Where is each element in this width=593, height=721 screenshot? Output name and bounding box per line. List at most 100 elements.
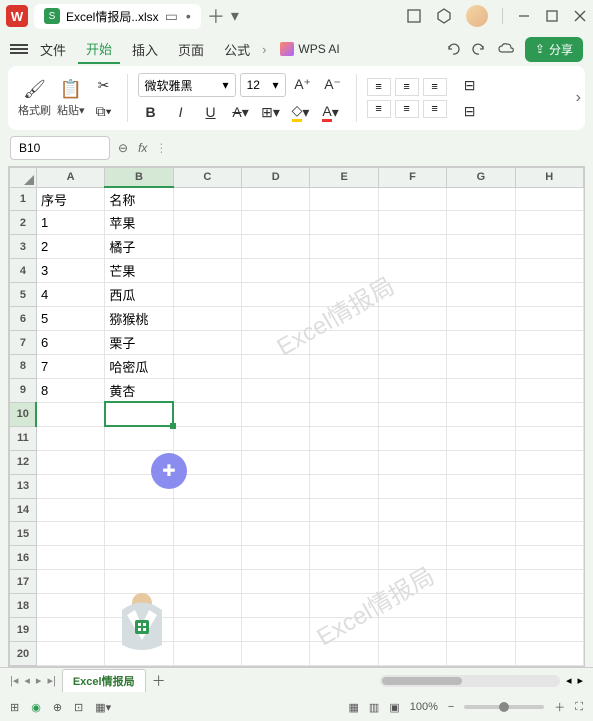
font-color-button[interactable]: A▾ [318,101,344,123]
cell[interactable] [242,642,310,666]
cell[interactable] [310,187,378,211]
cell[interactable] [515,498,583,522]
view-custom-icon[interactable]: ▣ [389,701,399,714]
align-right-button[interactable]: ≡ [423,100,447,118]
align-center-button[interactable]: ≡ [395,100,419,118]
share-button[interactable]: ⇪ 分享 [525,37,583,62]
cell[interactable] [310,283,378,307]
cell[interactable] [378,546,446,570]
cell[interactable] [447,570,515,594]
hexagon-icon[interactable] [436,8,452,24]
select-all-corner[interactable] [10,168,37,188]
cell[interactable] [447,522,515,546]
col-header-D[interactable]: D [242,168,310,188]
cell[interactable] [242,235,310,259]
cell[interactable] [515,426,583,450]
cell[interactable]: 西瓜 [105,283,173,307]
file-menu[interactable]: 文件 [32,36,74,63]
sheet-nav-first[interactable]: |◂ [10,674,18,687]
ribbon-expand-icon[interactable]: › [576,89,581,107]
col-header-B[interactable]: B [105,168,173,188]
cell[interactable]: 1 [36,211,104,235]
cell[interactable] [173,594,241,618]
row-header[interactable]: 11 [10,426,37,450]
zoom-value[interactable]: 100% [410,701,438,713]
cell[interactable] [310,378,378,402]
horizontal-scrollbar[interactable] [380,675,560,687]
cell[interactable] [173,283,241,307]
cell[interactable] [36,522,104,546]
cancel-fx-icon[interactable]: ⊖ [118,141,128,155]
cell[interactable] [36,402,104,426]
hamburger-menu-icon[interactable] [10,44,28,54]
cell[interactable] [36,450,104,474]
cell[interactable] [378,378,446,402]
col-header-F[interactable]: F [378,168,446,188]
tabs-overflow-icon[interactable]: › [262,42,266,57]
cell[interactable] [105,426,173,450]
sheet-nav-next[interactable]: ▸ [36,674,42,687]
cell[interactable] [310,307,378,331]
cell[interactable] [310,331,378,355]
cell[interactable] [515,259,583,283]
cell[interactable] [36,594,104,618]
cell[interactable]: 猕猴桃 [105,307,173,331]
cell[interactable] [310,355,378,379]
cell[interactable] [515,187,583,211]
cell[interactable] [173,378,241,402]
cell[interactable] [242,283,310,307]
cell[interactable] [515,378,583,402]
tab-insert[interactable]: 插入 [124,36,166,63]
row-header[interactable]: 4 [10,259,37,283]
row-header[interactable]: 20 [10,642,37,666]
cell[interactable] [447,594,515,618]
cell[interactable] [173,307,241,331]
row-header[interactable]: 1 [10,187,37,211]
row-header[interactable]: 8 [10,355,37,379]
name-box[interactable]: B10 [10,136,110,160]
cell[interactable] [242,331,310,355]
cell[interactable]: 苹果 [105,211,173,235]
cell[interactable] [447,498,515,522]
cell[interactable] [515,546,583,570]
col-header-H[interactable]: H [515,168,583,188]
scroll-right-icon[interactable]: ▸ [577,674,583,687]
cell[interactable] [515,402,583,426]
cell[interactable] [242,450,310,474]
cell[interactable] [242,570,310,594]
user-avatar[interactable] [466,5,488,27]
cell[interactable] [378,618,446,642]
cell[interactable]: 芒果 [105,259,173,283]
zoom-out-button[interactable]: − [448,701,454,713]
cut-button[interactable]: ✂ [91,74,117,96]
cell[interactable]: 名称 [105,187,173,211]
cell[interactable] [378,522,446,546]
bold-button[interactable]: B [138,101,164,123]
row-header[interactable]: 2 [10,211,37,235]
cell[interactable] [310,474,378,498]
cell[interactable] [378,331,446,355]
cell[interactable] [378,283,446,307]
cell[interactable] [378,235,446,259]
cell[interactable] [378,211,446,235]
cell[interactable] [310,498,378,522]
cell[interactable]: 3 [36,259,104,283]
row-header[interactable]: 14 [10,498,37,522]
tab-dot-icon[interactable]: • [186,8,191,24]
cell[interactable] [378,187,446,211]
row-header[interactable]: 15 [10,522,37,546]
zoom-in-button[interactable]: ＋ [554,699,565,715]
cell[interactable] [310,402,378,426]
row-header[interactable]: 6 [10,307,37,331]
cell[interactable] [310,450,378,474]
cell[interactable] [173,211,241,235]
status-icon-4[interactable]: ▦▾ [95,701,111,714]
decrease-font-button[interactable]: A⁻ [320,73,346,95]
col-header-C[interactable]: C [173,168,241,188]
sheet-tab-active[interactable]: Excel情报局 [62,669,146,692]
cell[interactable]: 黄杏 [105,378,173,402]
cell[interactable] [242,474,310,498]
cell[interactable] [447,426,515,450]
cell[interactable] [173,498,241,522]
cell[interactable] [242,546,310,570]
